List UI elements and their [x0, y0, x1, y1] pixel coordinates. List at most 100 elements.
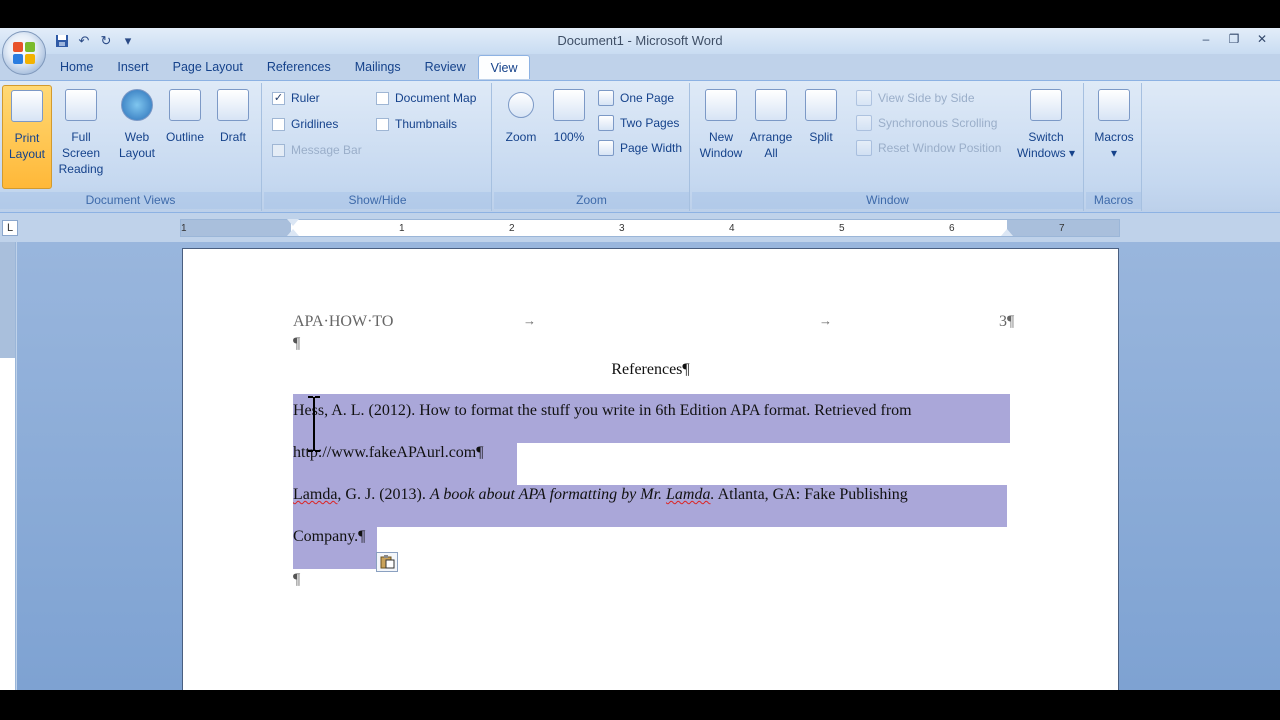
synchronous-scrolling-button: Synchronous Scrolling — [856, 112, 997, 134]
pilcrow: ¶ — [293, 335, 301, 352]
ruler-checkbox[interactable]: ✓ Ruler — [272, 87, 320, 109]
tab-mailings[interactable]: Mailings — [343, 55, 413, 79]
pilcrow: ¶ — [293, 571, 301, 588]
ruler-number: 7 — [1059, 223, 1065, 234]
reference-1-line-1: Hess, A. L. (2012). How to format the st… — [293, 402, 912, 419]
print-layout-button[interactable]: Print Layout — [2, 85, 52, 189]
tab-page-layout[interactable]: Page Layout — [161, 55, 255, 79]
zoom-button[interactable]: Zoom — [496, 85, 546, 189]
reset-window-icon — [856, 140, 872, 156]
ruler-number: 1 — [181, 223, 187, 234]
show-hide-label: Show/Hide — [264, 192, 491, 209]
horizontal-ruler[interactable]: 1 1 2 3 4 5 6 7 — [180, 219, 1120, 237]
draft-icon — [217, 89, 249, 121]
tab-selector-button[interactable]: L — [2, 220, 18, 236]
checkbox-icon — [272, 143, 285, 157]
letterbox-bottom — [0, 690, 1280, 720]
zoom-label: Zoom — [494, 192, 689, 209]
magnifier-icon — [508, 92, 534, 118]
macros-icon — [1098, 89, 1130, 121]
ruler-bar: L 1 1 2 3 4 5 6 7 — [0, 214, 1280, 242]
web-layout-icon — [121, 89, 153, 121]
checkbox-icon — [376, 117, 389, 131]
tab-arrow: → — [819, 313, 832, 328]
office-logo-icon — [13, 42, 35, 64]
print-layout-icon — [11, 90, 43, 122]
ruler-number: 4 — [729, 223, 735, 234]
outline-button[interactable]: Outline — [160, 85, 210, 189]
outline-icon — [169, 89, 201, 121]
ribbon-tabs: Home Insert Page Layout References Maili… — [48, 55, 531, 79]
two-pages-icon — [598, 115, 614, 131]
vertical-ruler[interactable] — [0, 242, 16, 690]
arrange-all-button[interactable]: Arrange All — [746, 85, 796, 189]
page-width-icon — [598, 140, 614, 156]
full-screen-reading-button[interactable]: Full Screen Reading — [52, 85, 110, 189]
full-screen-reading-icon — [65, 89, 97, 121]
two-pages-button[interactable]: Two Pages — [598, 112, 679, 134]
ruler-number: 2 — [509, 223, 515, 234]
misspelled-word: Lamda — [666, 486, 711, 503]
reference-2-line-2: Company.¶ — [293, 528, 366, 545]
macros-button[interactable]: Macros ▾ — [1089, 85, 1139, 189]
split-button[interactable]: Split — [796, 85, 846, 189]
arrange-all-icon — [755, 89, 787, 121]
ribbon: Print Layout Full Screen Reading Web Lay… — [0, 80, 1280, 213]
ruler-number: 3 — [619, 223, 625, 234]
tab-arrow: → — [523, 313, 536, 328]
tab-references[interactable]: References — [255, 55, 343, 79]
tab-view[interactable]: View — [477, 55, 531, 79]
one-page-icon — [598, 90, 614, 106]
word-window: ↶ ↻ ▾ Document1 - Microsoft Word – ❐ ✕ H… — [0, 28, 1280, 690]
checkmark-icon: ✓ — [272, 91, 285, 105]
page-number: 3¶ — [999, 313, 1015, 330]
message-bar-checkbox: Message Bar — [272, 139, 362, 161]
header-text: APA·HOW·TO — [293, 313, 394, 330]
hanging-indent-marker[interactable] — [287, 229, 299, 236]
switch-windows-button[interactable]: Switch Windows ▾ — [1014, 85, 1078, 189]
draft-button[interactable]: Draft — [208, 85, 258, 189]
tab-insert[interactable]: Insert — [105, 55, 160, 79]
new-window-button[interactable]: New Window — [696, 85, 746, 189]
ruler-left-margin — [181, 220, 291, 236]
document-workspace: APA·HOW·TO → → 3¶ ¶ References¶ Hess, A.… — [17, 242, 1280, 690]
new-window-icon — [705, 89, 737, 121]
one-page-button[interactable]: One Page — [598, 87, 674, 109]
reference-2-line-1: Lamda, G. J. (2013). A book about APA fo… — [293, 486, 908, 503]
vertical-ruler-margin — [0, 242, 15, 358]
document-views-label: Document Views — [0, 192, 261, 209]
page-width-button[interactable]: Page Width — [598, 137, 682, 159]
minimize-button[interactable]: – — [1194, 30, 1218, 48]
ruler-number: 5 — [839, 223, 845, 234]
thumbnails-checkbox[interactable]: Thumbnails — [376, 113, 457, 135]
restore-button[interactable]: ❐ — [1222, 30, 1246, 48]
document-page[interactable]: APA·HOW·TO → → 3¶ ¶ References¶ Hess, A.… — [182, 248, 1119, 690]
window-group: New Window Arrange All Split View Side b… — [692, 83, 1084, 211]
right-indent-marker[interactable] — [1001, 229, 1013, 236]
ruler-number: 6 — [949, 223, 955, 234]
window-controls: – ❐ ✕ — [1194, 30, 1274, 48]
web-layout-button[interactable]: Web Layout — [112, 85, 162, 189]
zoom-100-button[interactable]: 100% — [544, 85, 594, 189]
office-button[interactable] — [2, 31, 46, 75]
clipboard-icon[interactable] — [376, 552, 398, 572]
checkbox-icon — [272, 117, 285, 131]
macros-label: Macros — [1086, 192, 1141, 209]
side-by-side-icon — [856, 90, 872, 106]
view-side-by-side-button: View Side by Side — [856, 87, 975, 109]
sync-scrolling-icon — [856, 115, 872, 131]
title-bar: ↶ ↻ ▾ Document1 - Microsoft Word – ❐ ✕ — [0, 28, 1280, 54]
page-100-icon — [553, 89, 585, 121]
misspelled-word: Lamda — [293, 486, 338, 503]
gridlines-checkbox[interactable]: Gridlines — [272, 113, 338, 135]
checkbox-icon — [376, 91, 389, 105]
document-map-checkbox[interactable]: Document Map — [376, 87, 476, 109]
close-button[interactable]: ✕ — [1250, 30, 1274, 48]
zoom-group: Zoom 100% One Page Two Pages Page Width … — [494, 83, 690, 211]
references-heading: References¶ — [611, 361, 690, 378]
ruler-number: 1 — [399, 223, 405, 234]
macros-group: Macros ▾ Macros — [1086, 83, 1142, 211]
tab-home[interactable]: Home — [48, 55, 105, 79]
tab-review[interactable]: Review — [413, 55, 478, 79]
first-line-indent-marker[interactable] — [287, 219, 299, 226]
